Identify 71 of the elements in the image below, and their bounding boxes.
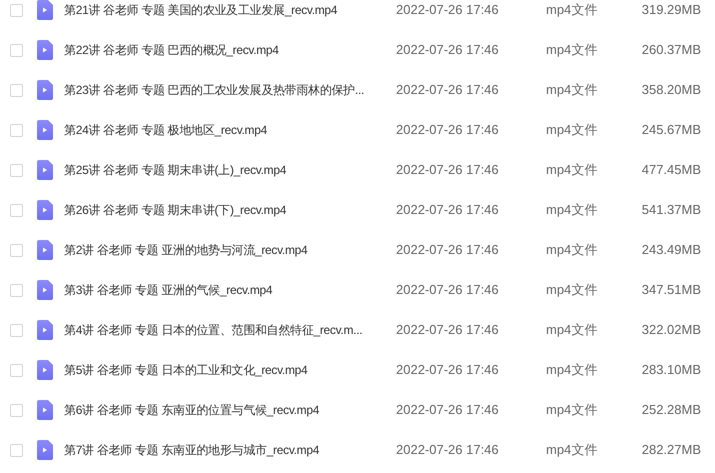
file-name[interactable]: 第6讲 谷老师 专题 东南亚的位置与气候_recv.mp4: [64, 401, 396, 419]
file-size: 260.37MB: [640, 41, 701, 60]
video-file-icon: [37, 320, 53, 340]
file-name[interactable]: 第3讲 谷老师 专题 亚洲的气候_recv.mp4: [64, 281, 396, 299]
file-type: mp4文件: [546, 81, 598, 100]
modified-date: 2022-07-26 17:46: [396, 401, 500, 420]
file-type: mp4文件: [546, 41, 598, 60]
row-checkbox[interactable]: [10, 204, 23, 216]
video-file-icon: [37, 200, 53, 220]
row-checkbox[interactable]: [10, 364, 23, 376]
file-size: 252.28MB: [640, 401, 701, 420]
file-name[interactable]: 第23讲 谷老师 专题 巴西的工农业发展及热带雨林的保护...: [64, 81, 396, 99]
video-file-icon: [37, 120, 53, 140]
file-type: mp4文件: [546, 241, 598, 260]
file-size: 322.02MB: [640, 321, 701, 340]
file-type: mp4文件: [546, 1, 598, 20]
file-name[interactable]: 第4讲 谷老师 专题 日本的位置、范围和自然特征_recv.m...: [64, 321, 396, 339]
file-type: mp4文件: [546, 441, 598, 460]
row-checkbox[interactable]: [10, 284, 23, 296]
file-type: mp4文件: [546, 401, 598, 420]
file-type: mp4文件: [546, 321, 598, 340]
file-name[interactable]: 第7讲 谷老师 专题 东南亚的地形与城市_recv.mp4: [64, 441, 396, 459]
file-name[interactable]: 第21讲 谷老师 专题 美国的农业及工业发展_recv.mp4: [64, 1, 396, 19]
video-file-icon: [37, 440, 53, 460]
file-size: 347.51MB: [640, 281, 701, 300]
row-checkbox[interactable]: [10, 444, 23, 456]
video-file-icon: [37, 240, 53, 260]
file-size: 358.20MB: [640, 81, 701, 100]
video-file-icon: [37, 280, 53, 300]
file-type: mp4文件: [546, 201, 598, 220]
file-name[interactable]: 第5讲 谷老师 专题 日本的工业和文化_recv.mp4: [64, 361, 396, 379]
file-size: 319.29MB: [640, 1, 701, 20]
video-file-icon: [37, 360, 53, 380]
file-name[interactable]: 第24讲 谷老师 专题 极地地区_recv.mp4: [64, 121, 396, 139]
file-name[interactable]: 第22讲 谷老师 专题 巴西的概况_recv.mp4: [64, 41, 396, 59]
file-size: 477.45MB: [640, 161, 701, 180]
row-checkbox[interactable]: [10, 4, 23, 16]
row-checkbox[interactable]: [10, 44, 23, 56]
file-size: 283.10MB: [640, 361, 701, 380]
modified-date: 2022-07-26 17:46: [396, 361, 500, 380]
row-checkbox[interactable]: [10, 84, 23, 96]
modified-date: 2022-07-26 17:46: [396, 121, 500, 140]
modified-date: 2022-07-26 17:46: [396, 81, 500, 100]
row-checkbox[interactable]: [10, 244, 23, 256]
file-size: 243.49MB: [640, 241, 701, 260]
row-checkbox[interactable]: [10, 404, 23, 416]
modified-date: 2022-07-26 17:46: [396, 281, 500, 300]
row-checkbox[interactable]: [10, 164, 23, 176]
file-type: mp4文件: [546, 161, 598, 180]
video-file-icon: [37, 400, 53, 420]
video-file-icon: [37, 160, 53, 180]
modified-date: 2022-07-26 17:46: [396, 1, 500, 20]
file-size: 282.27MB: [640, 441, 701, 460]
modified-date: 2022-07-26 17:46: [396, 201, 500, 220]
row-checkbox[interactable]: [10, 124, 23, 136]
video-file-icon: [37, 80, 53, 100]
file-name[interactable]: 第2讲 谷老师 专题 亚洲的地势与河流_recv.mp4: [64, 241, 396, 259]
file-size: 245.67MB: [640, 121, 701, 140]
modified-date: 2022-07-26 17:46: [396, 41, 500, 60]
row-checkbox[interactable]: [10, 324, 23, 336]
file-type: mp4文件: [546, 281, 598, 300]
video-file-icon: [37, 40, 53, 60]
modified-date: 2022-07-26 17:46: [396, 161, 500, 180]
file-size: 541.37MB: [640, 201, 701, 220]
file-name[interactable]: 第25讲 谷老师 专题 期末串讲(上)_recv.mp4: [64, 161, 396, 179]
file-name[interactable]: 第26讲 谷老师 专题 期末串讲(下)_recv.mp4: [64, 201, 396, 219]
modified-date: 2022-07-26 17:46: [396, 241, 500, 260]
modified-date: 2022-07-26 17:46: [396, 321, 500, 340]
file-type: mp4文件: [546, 121, 598, 140]
modified-date: 2022-07-26 17:46: [396, 441, 500, 460]
file-type: mp4文件: [546, 361, 598, 380]
